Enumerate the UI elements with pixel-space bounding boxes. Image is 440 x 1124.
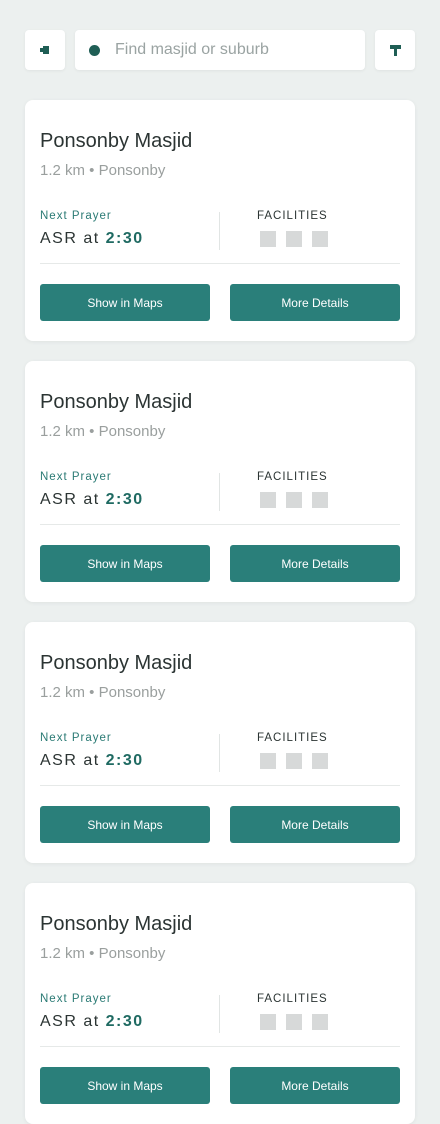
facility-icon — [260, 492, 276, 508]
search-bar — [75, 30, 365, 70]
masjid-distance-suburb: 1.2 km • Ponsonby — [40, 945, 166, 962]
facility-icons — [260, 1014, 338, 1030]
horizontal-divider — [40, 263, 400, 264]
show-in-maps-button[interactable]: Show in Maps — [40, 1067, 210, 1104]
more-details-button[interactable]: More Details — [230, 545, 400, 582]
prayer-at: at — [83, 1013, 100, 1030]
facility-icon — [260, 1014, 276, 1030]
back-icon — [40, 46, 49, 54]
facility-icon — [286, 231, 302, 247]
masjid-name: Ponsonby Masjid — [40, 913, 193, 935]
masjid-card: Ponsonby Masjid 1.2 km • Ponsonby Next P… — [25, 883, 415, 1124]
vertical-divider — [219, 734, 220, 772]
masjid-distance-suburb: 1.2 km • Ponsonby — [40, 684, 166, 701]
search-icon — [89, 44, 100, 56]
facilities-label: FACILITIES — [257, 210, 328, 222]
more-details-button[interactable]: More Details — [230, 806, 400, 843]
horizontal-divider — [40, 785, 400, 786]
prayer-at: at — [83, 230, 100, 247]
next-prayer-value: ASR at 2:30 — [40, 1013, 144, 1031]
facility-icon — [312, 1014, 328, 1030]
prayer-name: ASR — [40, 230, 78, 247]
show-in-maps-button[interactable]: Show in Maps — [40, 806, 210, 843]
masjid-name: Ponsonby Masjid — [40, 130, 193, 152]
facility-icon — [312, 231, 328, 247]
vertical-divider — [219, 473, 220, 511]
prayer-time: 2:30 — [105, 1013, 144, 1030]
facilities-label: FACILITIES — [257, 993, 328, 1005]
prayer-at: at — [83, 752, 100, 769]
next-prayer-value: ASR at 2:30 — [40, 491, 144, 509]
next-prayer-value: ASR at 2:30 — [40, 230, 144, 248]
more-details-button[interactable]: More Details — [230, 1067, 400, 1104]
masjid-card: Ponsonby Masjid 1.2 km • Ponsonby Next P… — [25, 622, 415, 863]
facility-icon — [260, 231, 276, 247]
facilities-label: FACILITIES — [257, 732, 328, 744]
masjid-distance-suburb: 1.2 km • Ponsonby — [40, 423, 166, 440]
masjid-name: Ponsonby Masjid — [40, 391, 193, 413]
horizontal-divider — [40, 1046, 400, 1047]
more-details-button[interactable]: More Details — [230, 284, 400, 321]
show-in-maps-button[interactable]: Show in Maps — [40, 284, 210, 321]
filter-icon — [389, 44, 401, 56]
facility-icon — [286, 753, 302, 769]
facilities-label: FACILITIES — [257, 471, 328, 483]
prayer-time: 2:30 — [105, 752, 144, 769]
horizontal-divider — [40, 524, 400, 525]
top-bar — [25, 30, 415, 70]
facility-icon — [312, 492, 328, 508]
prayer-at: at — [83, 491, 100, 508]
facility-icon — [260, 753, 276, 769]
facility-icon — [286, 1014, 302, 1030]
facility-icons — [260, 492, 338, 508]
masjid-card: Ponsonby Masjid 1.2 km • Ponsonby Next P… — [25, 100, 415, 341]
facility-icon — [312, 753, 328, 769]
masjid-name: Ponsonby Masjid — [40, 652, 193, 674]
back-button[interactable] — [25, 30, 65, 70]
prayer-name: ASR — [40, 752, 78, 769]
facility-icon — [286, 492, 302, 508]
search-input[interactable] — [115, 41, 345, 59]
next-prayer-value: ASR at 2:30 — [40, 752, 144, 770]
next-prayer-label: Next Prayer — [40, 732, 112, 744]
prayer-time: 2:30 — [105, 491, 144, 508]
show-in-maps-button[interactable]: Show in Maps — [40, 545, 210, 582]
vertical-divider — [219, 212, 220, 250]
facility-icons — [260, 231, 338, 247]
masjid-card: Ponsonby Masjid 1.2 km • Ponsonby Next P… — [25, 361, 415, 602]
filter-button[interactable] — [375, 30, 415, 70]
facility-icons — [260, 753, 338, 769]
vertical-divider — [219, 995, 220, 1033]
masjid-distance-suburb: 1.2 km • Ponsonby — [40, 162, 166, 179]
prayer-name: ASR — [40, 491, 78, 508]
next-prayer-label: Next Prayer — [40, 210, 112, 222]
next-prayer-label: Next Prayer — [40, 471, 112, 483]
prayer-time: 2:30 — [105, 230, 144, 247]
prayer-name: ASR — [40, 1013, 78, 1030]
next-prayer-label: Next Prayer — [40, 993, 112, 1005]
